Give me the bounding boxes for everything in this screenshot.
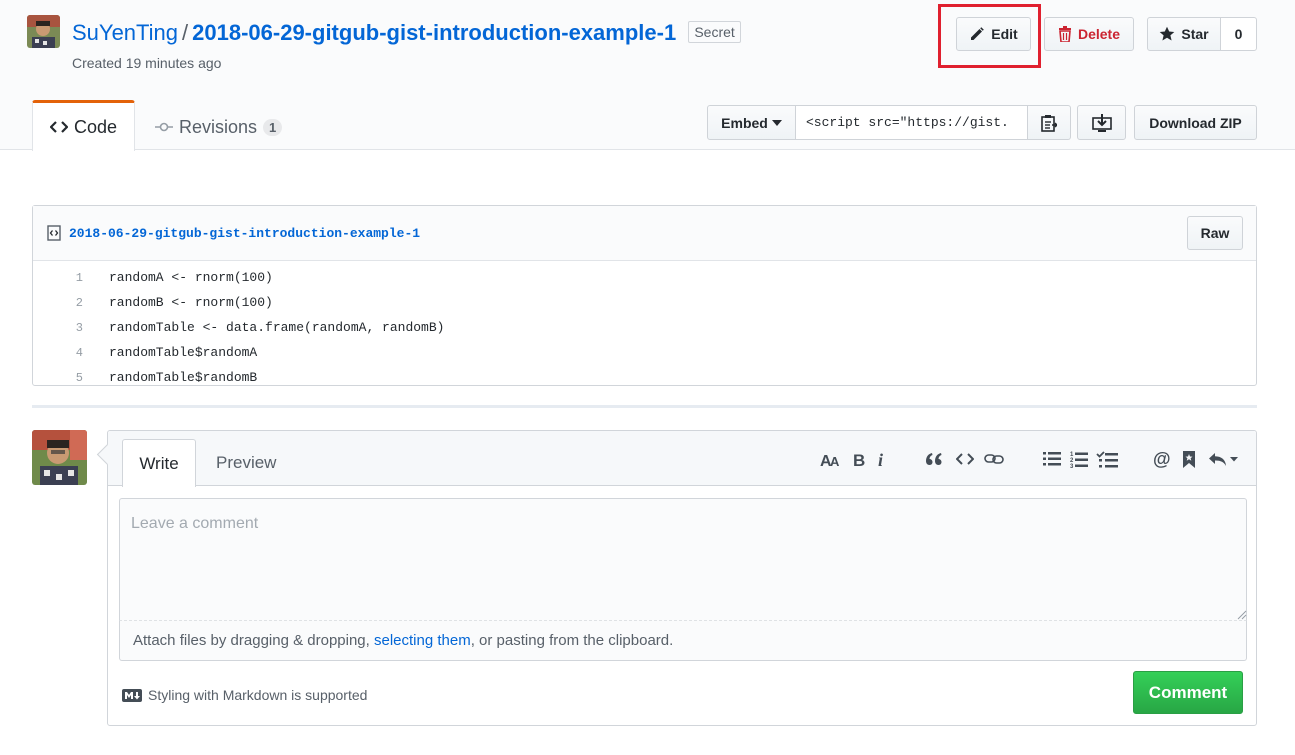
clipboard-icon (1041, 114, 1057, 132)
mention-icon[interactable]: @ (1151, 448, 1173, 470)
svg-text:A: A (830, 454, 840, 467)
embed-label: Embed (721, 114, 768, 131)
secret-badge: Secret (688, 21, 741, 44)
tab-code[interactable]: Code (32, 100, 135, 151)
markdown-icon[interactable] (122, 688, 142, 702)
owner-avatar-small[interactable] (27, 15, 60, 48)
raw-button[interactable]: Raw (1187, 216, 1243, 250)
attach-hint-text: Attach files by dragging & dropping, (133, 632, 374, 649)
comment-submit-button[interactable]: Comment (1133, 671, 1243, 714)
embed-group: Embed <script src="https://gist. (707, 105, 1071, 140)
gist-header: SuYenTing/2018-06-29-gitgub-gist-introdu… (0, 0, 1295, 151)
line-code: randomTable$randomB (109, 370, 258, 385)
bold-icon[interactable]: B (850, 448, 868, 470)
title-separator: / (182, 20, 189, 45)
attach-hint-text-end: , or pasting from the clipboard. (470, 632, 674, 649)
gist-file: 2018-06-29-gitgub-gist-introduction-exam… (32, 205, 1257, 386)
markdown-note-text: Styling with Markdown is supported (148, 687, 368, 703)
numbered-list-icon[interactable]: 123 (1069, 448, 1089, 470)
created-timestamp: Created 19 minutes ago (72, 55, 222, 71)
code-line: 4 randomTable$randomA (33, 340, 1256, 365)
code-line: 3 randomTable <- data.frame(randomA, ran… (33, 315, 1256, 340)
line-number[interactable]: 3 (33, 321, 83, 335)
tab-revisions-label: Revisions (179, 116, 258, 137)
code-icon (49, 121, 68, 133)
line-number[interactable]: 4 (33, 346, 83, 360)
file-attach-hint: Attach files by dragging & dropping, sel… (119, 621, 1247, 661)
code-icon[interactable] (954, 448, 976, 470)
line-code: randomA <- rnorm(100) (109, 270, 273, 285)
code-line: 5 randomTable$randomB (33, 365, 1256, 390)
svg-text:B: B (853, 451, 865, 467)
svg-text:3: 3 (1070, 464, 1074, 468)
comment-textarea[interactable]: Leave a comment (119, 498, 1247, 621)
task-list-icon[interactable] (1095, 448, 1119, 470)
markdown-support-note: Styling with Markdown is supported (122, 687, 367, 703)
bulleted-list-icon[interactable] (1042, 448, 1062, 470)
commenter-avatar[interactable] (32, 430, 87, 485)
line-number[interactable]: 2 (33, 296, 83, 310)
text-size-icon[interactable]: AA (819, 448, 843, 470)
comment-tabs: Write Preview AA B i 123 @ (108, 431, 1256, 487)
line-code: randomB <- rnorm(100) (109, 295, 273, 310)
gist-title: SuYenTing/2018-06-29-gitgub-gist-introdu… (72, 18, 741, 48)
star-button[interactable]: Star (1147, 17, 1221, 51)
gist-name-link[interactable]: 2018-06-29-gitgub-gist-introduction-exam… (192, 20, 676, 45)
file-name-link[interactable]: 2018-06-29-gitgub-gist-introduction-exam… (69, 226, 420, 241)
star-icon (1160, 26, 1175, 41)
new-comment-form: Write Preview AA B i 123 @ Leave a comme… (107, 430, 1257, 726)
caret-down-icon (771, 119, 782, 126)
delete-label: Delete (1077, 26, 1121, 42)
desktop-download-icon (1091, 113, 1112, 132)
code-lines: 1 randomA <- rnorm(100) 2 randomB <- rno… (33, 261, 1256, 390)
tab-preview[interactable]: Preview (216, 453, 276, 473)
star-label: Star (1181, 26, 1209, 42)
copy-to-clipboard-button[interactable] (1028, 105, 1071, 140)
commit-icon (155, 122, 173, 132)
embed-url-input[interactable]: <script src="https://gist. (796, 105, 1028, 140)
delete-button[interactable]: Delete (1044, 17, 1134, 51)
link-icon[interactable] (982, 448, 1006, 470)
resize-handle-icon[interactable] (1237, 610, 1247, 620)
tab-revisions[interactable]: Revisions 1 (155, 112, 283, 142)
select-files-link[interactable]: selecting them (374, 632, 471, 649)
download-button[interactable] (1077, 105, 1126, 140)
section-divider (32, 405, 1257, 408)
reply-icon[interactable] (1207, 448, 1239, 470)
file-header: 2018-06-29-gitgub-gist-introduction-exam… (33, 206, 1256, 261)
quote-icon[interactable] (923, 448, 945, 470)
line-number[interactable]: 5 (33, 371, 83, 385)
tab-write[interactable]: Write (122, 439, 196, 487)
code-line: 2 randomB <- rnorm(100) (33, 290, 1256, 315)
owner-link[interactable]: SuYenTing (72, 20, 178, 45)
trash-icon (1058, 26, 1071, 42)
line-number[interactable]: 1 (33, 271, 83, 285)
star-count[interactable]: 0 (1220, 17, 1257, 51)
revisions-counter: 1 (263, 118, 283, 136)
italic-icon[interactable]: i (875, 448, 889, 470)
file-code-icon (47, 225, 61, 241)
bookmark-icon[interactable] (1180, 448, 1198, 470)
svg-text:@: @ (1153, 450, 1171, 468)
embed-dropdown-button[interactable]: Embed (707, 105, 796, 140)
edit-highlight-box (938, 4, 1041, 68)
download-zip-button[interactable]: Download ZIP (1134, 105, 1257, 140)
tab-code-label: Code (73, 116, 118, 137)
code-line: 1 randomA <- rnorm(100) (33, 265, 1256, 290)
line-code: randomTable <- data.frame(randomA, rando… (109, 320, 445, 335)
line-code: randomTable$randomA (109, 345, 258, 360)
svg-text:i: i (878, 451, 883, 467)
